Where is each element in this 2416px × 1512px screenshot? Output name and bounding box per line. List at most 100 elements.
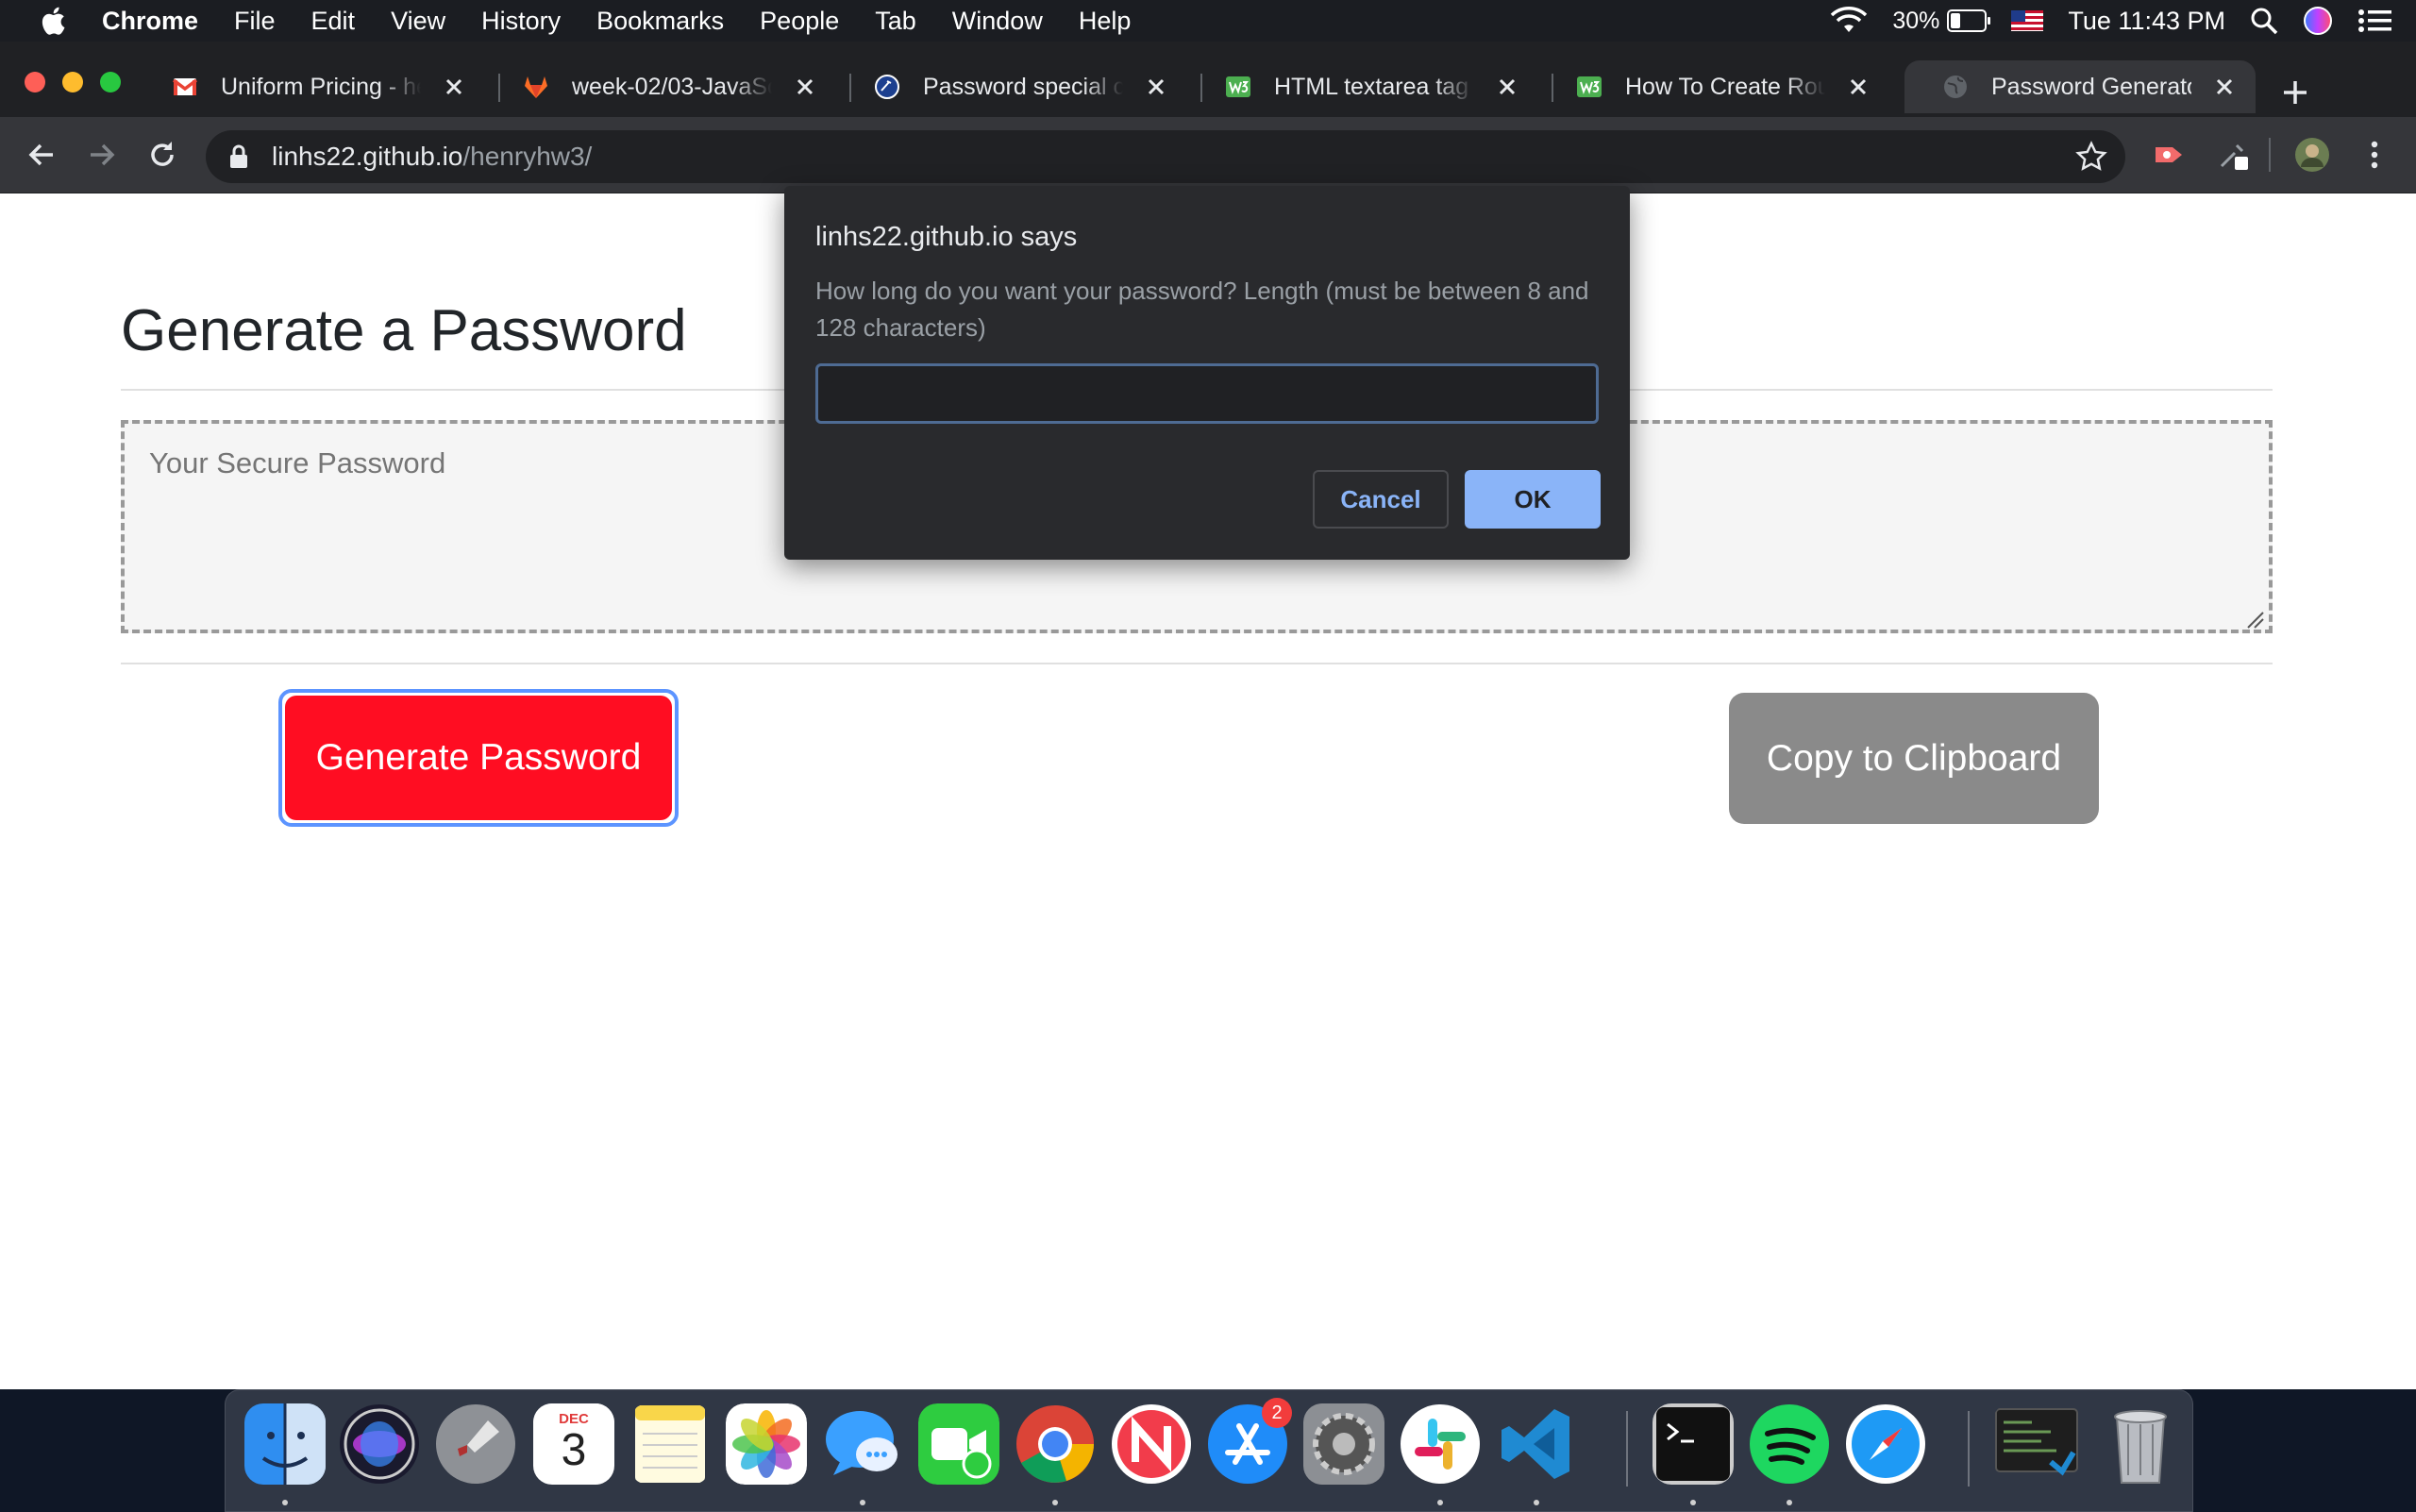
system-preferences-icon[interactable] [1303,1403,1384,1485]
password-length-input[interactable] [815,363,1599,424]
close-tab-icon[interactable] [791,73,819,101]
battery-percent: 30% [1892,7,1940,34]
close-tab-icon[interactable] [1142,73,1170,101]
url-path: /henryhw3/ [462,142,593,171]
wifi-icon[interactable] [1830,7,1868,35]
battery-indicator[interactable]: 30% [1892,7,1991,35]
window-zoom-button[interactable] [100,72,121,92]
menu-help[interactable]: Help [1079,7,1132,36]
trash-icon[interactable] [2100,1403,2181,1485]
running-indicator [1534,1500,1539,1505]
menu-file[interactable]: File [234,7,276,36]
tab-title: Password Generator [1991,73,2191,100]
tab-round-buttons[interactable]: How To Create Round [1538,60,1889,113]
close-tab-icon[interactable] [440,73,468,101]
launchpad-icon[interactable] [435,1403,516,1485]
bookmark-star-icon[interactable] [2074,140,2108,174]
calendar-icon[interactable]: DEC 3 [533,1403,614,1485]
menu-view[interactable]: View [391,7,445,36]
dock-separator [1626,1411,1628,1487]
back-arrow-icon[interactable] [23,136,60,174]
menu-bookmarks[interactable]: Bookmarks [596,7,724,36]
tab-title: Password special cha [923,73,1123,100]
w3schools-icon [1226,76,1250,97]
chrome-menu-icon[interactable] [2356,136,2393,174]
photos-icon[interactable] [726,1403,807,1485]
notes-icon[interactable] [629,1403,711,1485]
running-indicator [860,1500,865,1505]
apple-logo-icon[interactable] [38,5,66,37]
notification-center-icon[interactable] [2357,8,2391,34]
browser-toolbar: linhs22.github.io/henryhw3/ [0,117,2416,193]
divider [121,663,2273,664]
copy-to-clipboard-button[interactable]: Copy to Clipboard [1729,693,2099,824]
new-tab-icon[interactable] [2276,74,2314,111]
generate-password-button[interactable]: Generate Password [278,689,679,827]
chrome-icon[interactable] [1015,1403,1096,1485]
spotlight-search-icon[interactable] [2250,7,2278,35]
generate-password-label: Generate Password [285,696,672,820]
menu-tab[interactable]: Tab [875,7,916,36]
calendar-month: DEC [533,1403,614,1427]
facetime-icon[interactable] [918,1403,999,1485]
menu-edit[interactable]: Edit [311,7,356,36]
running-indicator [1787,1500,1792,1505]
tab-password-special[interactable]: Password special cha [836,60,1187,113]
extension-recorder-icon[interactable] [2150,136,2188,174]
menu-app-chrome[interactable]: Chrome [102,7,198,36]
siri-icon[interactable] [339,1403,420,1485]
terminal-icon[interactable] [1653,1403,1734,1485]
safari-icon[interactable] [1845,1403,1926,1485]
resize-grip-icon[interactable] [2244,609,2265,630]
calendar-day: 3 [561,1425,587,1475]
cancel-button[interactable]: Cancel [1313,470,1449,529]
window-minimize-button[interactable] [62,72,83,92]
tab-strip: Uniform Pricing - hen week-02/03-JavaScr… [0,42,2416,117]
clock[interactable]: Tue 11:43 PM [2068,7,2225,36]
downloads-stack-icon[interactable] [1992,1403,2083,1485]
siri-icon[interactable] [2303,6,2333,36]
close-tab-icon[interactable] [1844,73,1872,101]
tab-title: Uniform Pricing - hen [221,73,421,100]
extension-eyedropper-icon[interactable] [2214,136,2252,174]
w3schools-icon [1577,76,1602,97]
running-indicator [1052,1500,1058,1505]
menu-window[interactable]: Window [952,7,1043,36]
tab-title: How To Create Round [1625,73,1825,100]
toolbar-divider [2269,138,2271,172]
reload-icon[interactable] [143,136,181,174]
menu-history[interactable]: History [481,7,561,36]
tab-html-textarea[interactable]: HTML textarea tag [1187,60,1538,113]
dialog-title: linhs22.github.io says [815,222,1078,252]
dialog-message: How long do you want your password? Leng… [815,277,1589,342]
spotify-icon[interactable] [1749,1403,1830,1485]
tab-gitlab[interactable]: week-02/03-JavaScri [485,60,836,113]
lock-icon[interactable] [228,144,249,169]
forward-arrow-icon[interactable] [83,136,121,174]
close-tab-icon[interactable] [1493,73,1521,101]
us-flag-icon[interactable] [2011,10,2044,31]
tab-gmail[interactable]: Uniform Pricing - hen [134,60,485,113]
battery-icon [1947,9,1991,32]
window-close-button[interactable] [25,72,45,92]
close-tab-icon[interactable] [2210,73,2239,101]
running-indicator [282,1500,288,1505]
gmail-icon [172,78,198,95]
profile-avatar-icon[interactable] [2293,136,2331,174]
globe-site-icon [875,75,899,99]
news-icon[interactable] [1111,1403,1192,1485]
ok-button[interactable]: OK [1465,470,1601,529]
vscode-icon[interactable] [1496,1403,1577,1485]
slack-icon[interactable] [1400,1403,1481,1485]
prompt-dialog: linhs22.github.io says How long do you w… [784,186,1630,560]
macos-menu-bar: Chrome File Edit View History Bookmarks … [0,0,2416,42]
globe-icon [1944,76,1967,98]
dock: DEC 3 2 [225,1389,2193,1512]
messages-icon[interactable] [822,1403,903,1485]
tab-title: week-02/03-JavaScri [572,73,772,100]
tab-password-generator[interactable]: Password Generator [1904,60,2256,113]
app-store-icon[interactable]: 2 [1207,1398,1292,1485]
address-bar[interactable]: linhs22.github.io/henryhw3/ [206,130,2125,183]
finder-icon[interactable] [244,1403,326,1485]
menu-people[interactable]: People [760,7,839,36]
